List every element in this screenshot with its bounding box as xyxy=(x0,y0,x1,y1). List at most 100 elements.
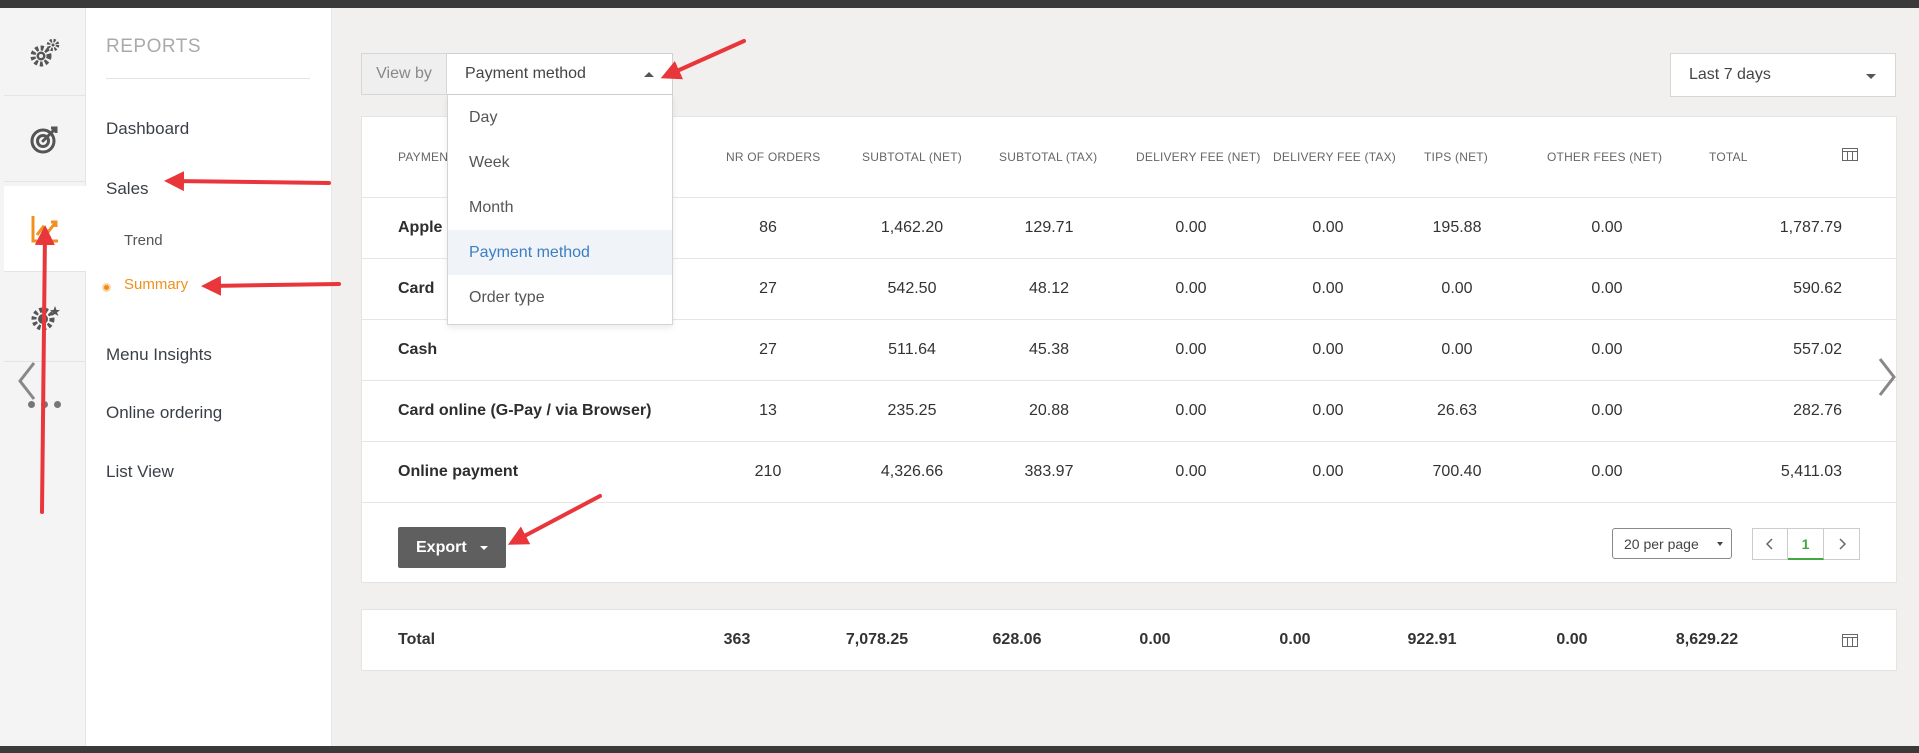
header-payment-method[interactable]: PAYMEN xyxy=(398,150,448,164)
table-cell: 235.25 xyxy=(887,402,937,419)
icon-rail xyxy=(0,8,86,746)
table-cell: 0.00 xyxy=(1591,280,1623,297)
date-range-value: Last 7 days xyxy=(1689,66,1771,83)
header-total[interactable]: TOTAL xyxy=(1709,150,1748,164)
option-order-type[interactable]: Order type xyxy=(448,275,672,320)
prev-page-button[interactable] xyxy=(1752,528,1788,560)
rail-item-marketing[interactable] xyxy=(4,276,86,362)
annotation-arrow xyxy=(660,39,746,80)
table-cell: 282.76 xyxy=(1793,402,1842,419)
more-dots-icon[interactable] xyxy=(28,401,61,408)
menu-item-online-ordering[interactable]: Online ordering xyxy=(106,403,222,423)
chevron-left-icon[interactable] xyxy=(16,361,38,401)
table-cell: 20.88 xyxy=(1028,402,1070,419)
menu-item-sales[interactable]: Sales xyxy=(106,179,149,199)
totals-cell: 0.00 xyxy=(1139,631,1171,648)
header-subtotal-tax[interactable]: SUBTOTAL (TAX) xyxy=(999,150,1097,164)
menu-item-summary[interactable]: Summary xyxy=(102,276,189,293)
table-cell: 1,462.20 xyxy=(880,219,944,236)
totals-cell: 628.06 xyxy=(992,631,1042,648)
active-indicator xyxy=(102,283,111,292)
chevron-right-icon xyxy=(1838,538,1846,550)
columns-icon[interactable] xyxy=(1842,148,1858,161)
export-button[interactable]: Export xyxy=(398,527,506,568)
header-delivery-fee-tax[interactable]: DELIVERY FEE (TAX) xyxy=(1273,150,1396,164)
date-range-select[interactable]: Last 7 days xyxy=(1670,53,1896,97)
page-button-current[interactable]: 1 xyxy=(1788,528,1824,560)
table-cell: 129.71 xyxy=(1024,219,1074,236)
table-cell: 542.50 xyxy=(887,280,937,297)
header-nr-of-orders[interactable]: NR OF ORDERS xyxy=(726,150,820,164)
table-cell: 383.97 xyxy=(1024,463,1074,480)
header-other-fees-net[interactable]: OTHER FEES (NET) xyxy=(1547,150,1662,164)
table-cell: 86 xyxy=(759,219,777,236)
per-page-value: 20 per page xyxy=(1624,535,1699,552)
rail-item-settings[interactable] xyxy=(4,10,86,96)
chart-line-icon xyxy=(31,215,58,242)
target-icon xyxy=(30,126,58,153)
bottom-bar xyxy=(0,746,1919,753)
columns-icon[interactable] xyxy=(1842,634,1858,647)
table-cell: 45.38 xyxy=(1028,341,1070,358)
table-cell: 511.64 xyxy=(888,341,936,358)
gears-icon xyxy=(30,38,60,66)
table-cell: 0.00 xyxy=(1591,463,1623,480)
row-payment-method: Apple xyxy=(398,219,443,236)
view-by-select[interactable]: Payment method xyxy=(447,53,673,95)
table-cell: 0.00 xyxy=(1175,402,1207,419)
table-cell: 0.00 xyxy=(1312,280,1344,297)
table-cell: 0.00 xyxy=(1312,341,1344,358)
table-cell: 0.00 xyxy=(1591,402,1623,419)
table-cell: 0.00 xyxy=(1312,463,1344,480)
option-week[interactable]: Week xyxy=(448,140,672,185)
menu-item-dashboard[interactable]: Dashboard xyxy=(106,119,189,139)
table-cell: 0.00 xyxy=(1175,463,1207,480)
table-cell: 557.02 xyxy=(1793,341,1842,358)
menu-item-trend[interactable]: Trend xyxy=(124,232,163,249)
row-payment-method: Card online (G-Pay / via Browser) xyxy=(398,402,652,419)
table-cell: 27 xyxy=(759,280,777,297)
totals-label: Total xyxy=(398,631,436,648)
next-page-button[interactable] xyxy=(1824,528,1860,560)
totals-cell: 8,629.22 xyxy=(1675,631,1739,648)
table-cell: 26.63 xyxy=(1436,402,1478,419)
table-cell: 4,326.66 xyxy=(880,463,944,480)
header-subtotal-net[interactable]: SUBTOTAL (NET) xyxy=(862,150,962,164)
header-delivery-fee-net[interactable]: DELIVERY FEE (NET) xyxy=(1136,150,1261,164)
table-cell: 13 xyxy=(759,402,777,419)
table-cell: 1,787.79 xyxy=(1779,219,1842,236)
option-month[interactable]: Month xyxy=(448,185,672,230)
table-row: Card online (G-Pay / via Browser) 13 235.2… xyxy=(362,381,1896,442)
table-cell: 0.00 xyxy=(1175,219,1207,236)
table-cell: 700.40 xyxy=(1432,463,1482,480)
caret-up-icon xyxy=(644,72,654,77)
totals-cell: 922.91 xyxy=(1407,631,1457,648)
header-tips-net[interactable]: TIPS (NET) xyxy=(1424,150,1488,164)
table-cell: 5,411.03 xyxy=(1780,463,1842,480)
totals-cell: 7,078.25 xyxy=(845,631,909,648)
table-cell: 0.00 xyxy=(1441,280,1473,297)
row-payment-method: Online payment xyxy=(398,463,519,480)
menu-item-menu-insights[interactable]: Menu Insights xyxy=(106,345,212,365)
table-cell: 0.00 xyxy=(1591,219,1623,236)
export-label: Export xyxy=(416,538,467,556)
gear-star-icon xyxy=(31,305,60,330)
view-by-control: View by Payment method xyxy=(361,53,673,95)
menu-item-list-view[interactable]: List View xyxy=(106,462,174,482)
top-bar xyxy=(0,0,1919,8)
option-day[interactable]: Day xyxy=(448,95,672,140)
menu-title: REPORTS xyxy=(106,36,202,57)
chevron-right-icon[interactable] xyxy=(1876,357,1898,397)
rail-item-goals[interactable] xyxy=(4,96,86,182)
table-cell: 0.00 xyxy=(1175,280,1207,297)
table-cell: 590.62 xyxy=(1793,280,1842,297)
option-payment-method[interactable]: Payment method xyxy=(448,230,672,275)
rail-item-reports[interactable] xyxy=(4,186,86,272)
pagination: 1 xyxy=(1752,528,1860,560)
menu-item-summary-label: Summary xyxy=(124,276,189,293)
per-page-select[interactable]: 20 per page xyxy=(1612,528,1732,559)
view-by-value: Payment method xyxy=(465,65,586,82)
reports-menu: REPORTS Dashboard Sales Trend Summary Me… xyxy=(86,8,332,746)
table-cell: 210 xyxy=(754,463,782,480)
chevron-left-icon xyxy=(1766,538,1773,550)
